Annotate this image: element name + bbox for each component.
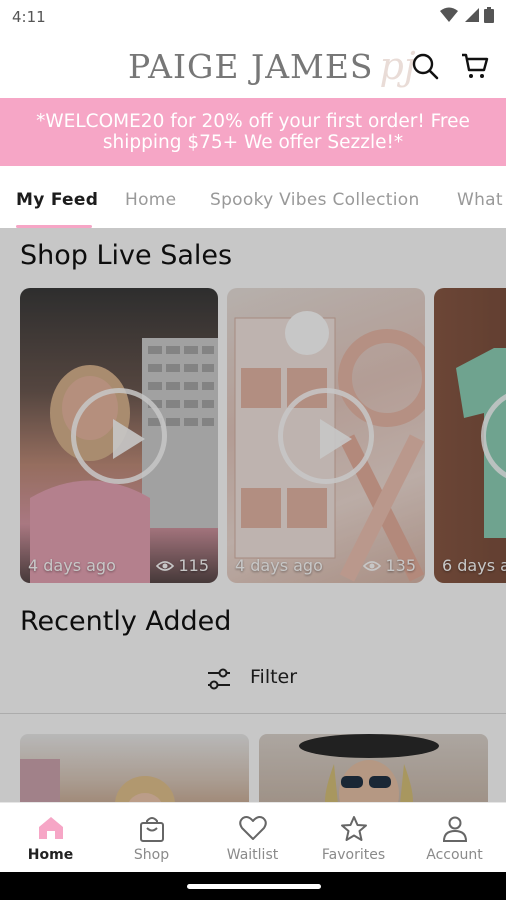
home-icon [38, 817, 63, 839]
live-sale-card[interactable]: 4 days ago 135 [227, 288, 425, 583]
card-views-count: 115 [178, 556, 209, 575]
nav-favorites[interactable]: Favorites [303, 803, 404, 873]
card-time: 4 days ago [28, 556, 116, 575]
wifi-icon [440, 7, 458, 22]
product-image [20, 759, 175, 802]
heart-icon [238, 816, 267, 840]
filter-button[interactable]: Filter [0, 656, 506, 712]
eye-icon [156, 560, 175, 571]
live-sale-card[interactable]: 6 days ago [434, 288, 506, 583]
nav-label: Waitlist [226, 847, 279, 863]
home-gesture-pill[interactable] [187, 884, 321, 889]
status-time: 4:11 [12, 8, 46, 26]
card-time: 4 days ago [235, 556, 323, 575]
tab-my-feed[interactable]: My Feed [16, 190, 98, 210]
nav-waitlist[interactable]: Waitlist [202, 803, 303, 873]
brand-logo[interactable]: PAIGE JAMES pj [128, 44, 416, 88]
feed-content: Shop Live Sales 4 days ago 115 4 days ag… [0, 228, 506, 802]
card-views: 115 [156, 556, 209, 575]
battery-icon [484, 7, 494, 23]
tab-what[interactable]: What [457, 190, 503, 210]
filter-label: Filter [250, 666, 298, 688]
card-views: 135 [363, 556, 416, 575]
product-card[interactable] [259, 734, 488, 802]
nav-label: Favorites [321, 847, 386, 863]
gesture-bar [0, 872, 506, 900]
card-views-count: 135 [385, 556, 416, 575]
card-time: 6 days ago [442, 556, 506, 575]
live-sales-title: Shop Live Sales [20, 240, 233, 271]
star-icon [340, 816, 367, 841]
product-card[interactable] [20, 734, 249, 802]
person-icon [442, 816, 467, 842]
divider [0, 713, 506, 714]
status-icons [440, 7, 494, 23]
filter-sliders-icon [208, 668, 230, 690]
nav-label: Account [426, 847, 483, 863]
category-tabs: My Feed Home Spooky Vibes Collection Wha… [0, 166, 506, 228]
nav-home[interactable]: Home [0, 803, 101, 873]
play-icon[interactable] [71, 387, 167, 484]
status-bar: 4:11 [0, 0, 506, 34]
live-sale-card[interactable]: 4 days ago 115 [20, 288, 218, 583]
eye-icon [363, 560, 382, 571]
search-icon[interactable] [410, 51, 440, 81]
app-header: PAIGE JAMES pj [0, 34, 506, 98]
tab-spooky-vibes[interactable]: Spooky Vibes Collection [210, 190, 420, 210]
promo-banner[interactable]: *WELCOME20 for 20% off your first order!… [0, 98, 506, 166]
nav-label: Home [27, 847, 74, 863]
brand-name: PAIGE JAMES [128, 46, 374, 86]
promo-text: *WELCOME20 for 20% off your first order!… [36, 111, 470, 153]
tab-home[interactable]: Home [125, 190, 176, 210]
bottom-nav: Home Shop Waitlist Favorites Account [0, 802, 506, 872]
nav-account[interactable]: Account [404, 803, 505, 873]
cart-icon[interactable] [460, 51, 490, 81]
signal-icon [465, 8, 479, 22]
play-icon[interactable] [278, 387, 374, 484]
shopping-bag-icon [139, 817, 164, 842]
product-image [299, 734, 439, 802]
recently-added-title: Recently Added [20, 606, 232, 637]
nav-label: Shop [133, 847, 170, 863]
nav-shop[interactable]: Shop [101, 803, 202, 873]
